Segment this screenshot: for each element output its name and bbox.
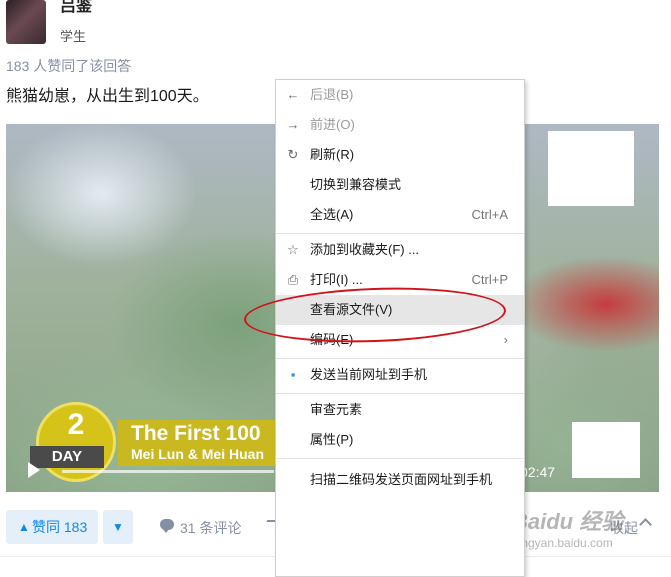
menu-item-back[interactable]: ← 后退(B) <box>276 80 524 110</box>
menu-item-shortcut: Ctrl+P <box>471 272 508 287</box>
menu-item-label: 前进(O) <box>310 117 355 132</box>
menu-item-label: 全选(A) <box>310 207 354 222</box>
menu-item-label: 添加到收藏夹(F) ... <box>310 242 420 257</box>
menu-separator <box>276 233 524 234</box>
day-label: DAY <box>30 446 104 468</box>
author-subtitle: 学生 <box>60 29 87 44</box>
video-time: 02:47 <box>520 464 556 480</box>
menu-item-compat-mode[interactable]: 切换到兼容模式 <box>276 170 524 200</box>
menu-item-label: 切换到兼容模式 <box>310 177 402 192</box>
play-icon[interactable] <box>28 462 40 478</box>
day-number: 2 <box>67 408 85 441</box>
answer-text: 熊猫幼崽，从出生到100天。 <box>6 88 209 105</box>
upvote-button[interactable]: ▲ 赞同 183 <box>6 510 98 544</box>
phone-send-icon: ▪ <box>290 367 296 382</box>
menu-item-refresh[interactable]: ↻ 刷新(R) <box>276 140 524 170</box>
upvote-arrow-icon: ▲ <box>18 520 30 534</box>
video-title: The First 100 <box>131 422 261 445</box>
refresh-icon: ↻ <box>287 147 299 162</box>
video-progress-bar[interactable] <box>62 470 274 473</box>
baidu-watermark-logo: Baidu 经验 <box>512 509 624 534</box>
printer-icon: ⎙ <box>287 272 299 287</box>
votes-summary[interactable]: 183 人赞同了该回答 <box>6 56 131 76</box>
forward-arrow-icon: → <box>286 117 300 132</box>
back-arrow-icon: ← <box>286 87 300 102</box>
menu-separator <box>276 393 524 394</box>
menu-item-label: 发送当前网址到手机 <box>310 367 428 382</box>
video-occlusion-box <box>572 422 640 478</box>
menu-item-shortcut: Ctrl+A <box>471 207 508 222</box>
video-occlusion-box <box>548 131 634 206</box>
chevron-up-icon[interactable] <box>639 518 652 531</box>
menu-item-properties[interactable]: 属性(P) <box>276 425 524 455</box>
menu-item-label: 刷新(R) <box>310 147 355 162</box>
avatar[interactable] <box>6 0 46 44</box>
menu-item-label: 属性(P) <box>310 432 354 447</box>
author-name[interactable]: 吕鉴 <box>60 0 92 16</box>
comments-link[interactable]: 31 条评论 <box>180 518 241 538</box>
upvote-label: 赞同 183 <box>32 519 88 535</box>
star-icon: ☆ <box>287 242 299 257</box>
video-subtitle: Mei Lun & Mei Huan <box>131 446 264 462</box>
menu-item-scan-qr[interactable]: 扫描二维码发送页面网址到手机 <box>276 465 524 495</box>
menu-separator <box>276 458 524 459</box>
menu-item-label: 审查元素 <box>310 402 363 417</box>
comment-icon <box>160 519 174 533</box>
menu-item-send-to-phone[interactable]: ▪ 发送当前网址到手机 <box>276 360 524 390</box>
menu-separator <box>276 358 524 359</box>
menu-item-add-favorite[interactable]: ☆ 添加到收藏夹(F) ... <box>276 235 524 265</box>
menu-item-forward[interactable]: → 前进(O) <box>276 110 524 140</box>
baidu-watermark-url: jingyan.baidu.com <box>516 536 613 550</box>
downvote-button[interactable]: ▼ <box>103 510 133 544</box>
chevron-right-icon: › <box>503 332 508 347</box>
menu-item-label: 后退(B) <box>310 87 354 102</box>
menu-item-inspect[interactable]: 审查元素 <box>276 395 524 425</box>
menu-item-label: 扫描二维码发送页面网址到手机 <box>310 472 493 487</box>
menu-item-select-all[interactable]: 全选(A) Ctrl+A <box>276 200 524 230</box>
